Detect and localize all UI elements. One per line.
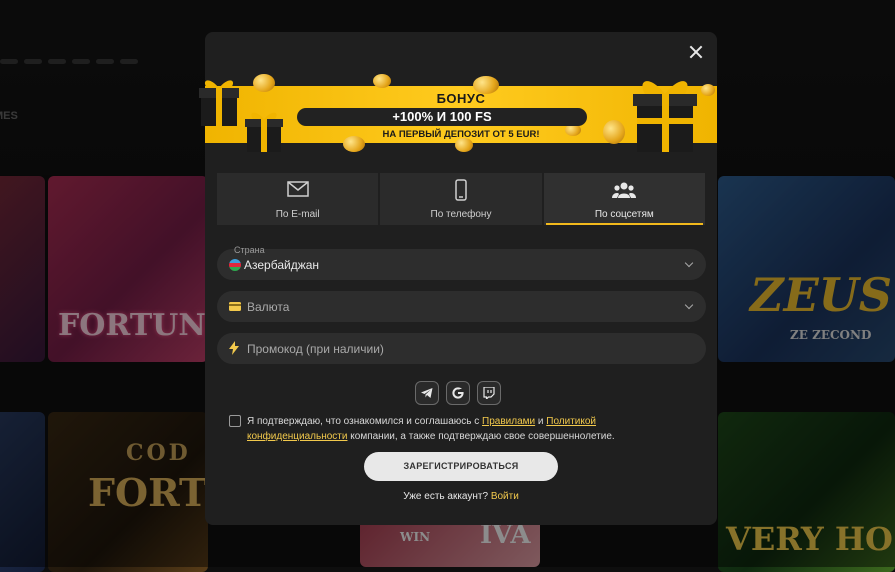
login-prompt: Уже есть аккаунт? Войти xyxy=(205,491,717,502)
register-button[interactable]: ЗАРЕГИСТРИРОВАТЬСЯ xyxy=(364,452,558,481)
telegram-button[interactable] xyxy=(415,381,439,405)
phone-icon xyxy=(455,179,467,201)
google-button[interactable] xyxy=(446,381,470,405)
login-link[interactable]: Войти xyxy=(491,491,519,502)
google-icon xyxy=(452,387,464,399)
tab-label: По телефону xyxy=(430,209,492,220)
tab-label: По E-mail xyxy=(275,209,320,220)
country-select[interactable]: Страна Азербайджан xyxy=(217,245,706,280)
promo-placeholder: Промокод (при наличии) xyxy=(247,342,384,356)
consent-and: и xyxy=(537,416,544,427)
bonus-headline: +100% И 100 FS xyxy=(297,108,587,126)
currency-select[interactable]: Валюта xyxy=(217,291,706,322)
envelope-icon xyxy=(286,181,309,197)
card-icon xyxy=(229,302,241,311)
rules-link[interactable]: Правилами xyxy=(482,416,535,427)
promo-input[interactable]: Промокод (при наличии) xyxy=(217,333,706,364)
tab-email[interactable]: По E-mail xyxy=(217,173,379,225)
chevron-down-icon xyxy=(684,300,694,310)
country-label: Страна xyxy=(234,245,265,255)
login-question: Уже есть аккаунт? xyxy=(403,491,489,502)
bonus-title: БОНУС xyxy=(436,91,486,106)
coin-icon xyxy=(373,74,391,88)
lightning-icon xyxy=(229,341,239,355)
chevron-down-icon xyxy=(684,258,694,268)
registration-modal: БОНУС +100% И 100 FS НА ПЕРВЫЙ ДЕПОЗИТ О… xyxy=(199,32,717,525)
users-icon xyxy=(612,182,637,198)
consent-checkbox[interactable] xyxy=(229,415,241,427)
consent-suffix: компании, а также подтверждаю свое совер… xyxy=(350,431,615,442)
twitch-icon xyxy=(483,387,495,399)
coin-icon xyxy=(253,74,275,92)
tab-label: По соцсетям xyxy=(594,209,654,220)
registration-tabs: По E-mail По телефону По соцсетям xyxy=(217,173,705,225)
twitch-button[interactable] xyxy=(477,381,501,405)
coin-icon xyxy=(455,138,473,152)
gift-icon xyxy=(633,81,697,152)
currency-placeholder: Валюта xyxy=(247,300,290,314)
consent-text: Я подтверждаю, что ознакомился и соглаша… xyxy=(247,414,687,444)
azerbaijan-flag-icon xyxy=(229,259,241,271)
bonus-subtitle: НА ПЕРВЫЙ ДЕПОЗИТ ОТ 5 EUR! xyxy=(382,129,540,140)
tab-phone[interactable]: По телефону xyxy=(380,173,542,225)
telegram-icon xyxy=(421,388,433,398)
consent-prefix: Я подтверждаю, что ознакомился и соглаша… xyxy=(247,416,480,427)
tab-social[interactable]: По соцсетям xyxy=(543,173,705,225)
close-icon[interactable] xyxy=(688,44,704,60)
country-value: Азербайджан xyxy=(244,258,320,272)
